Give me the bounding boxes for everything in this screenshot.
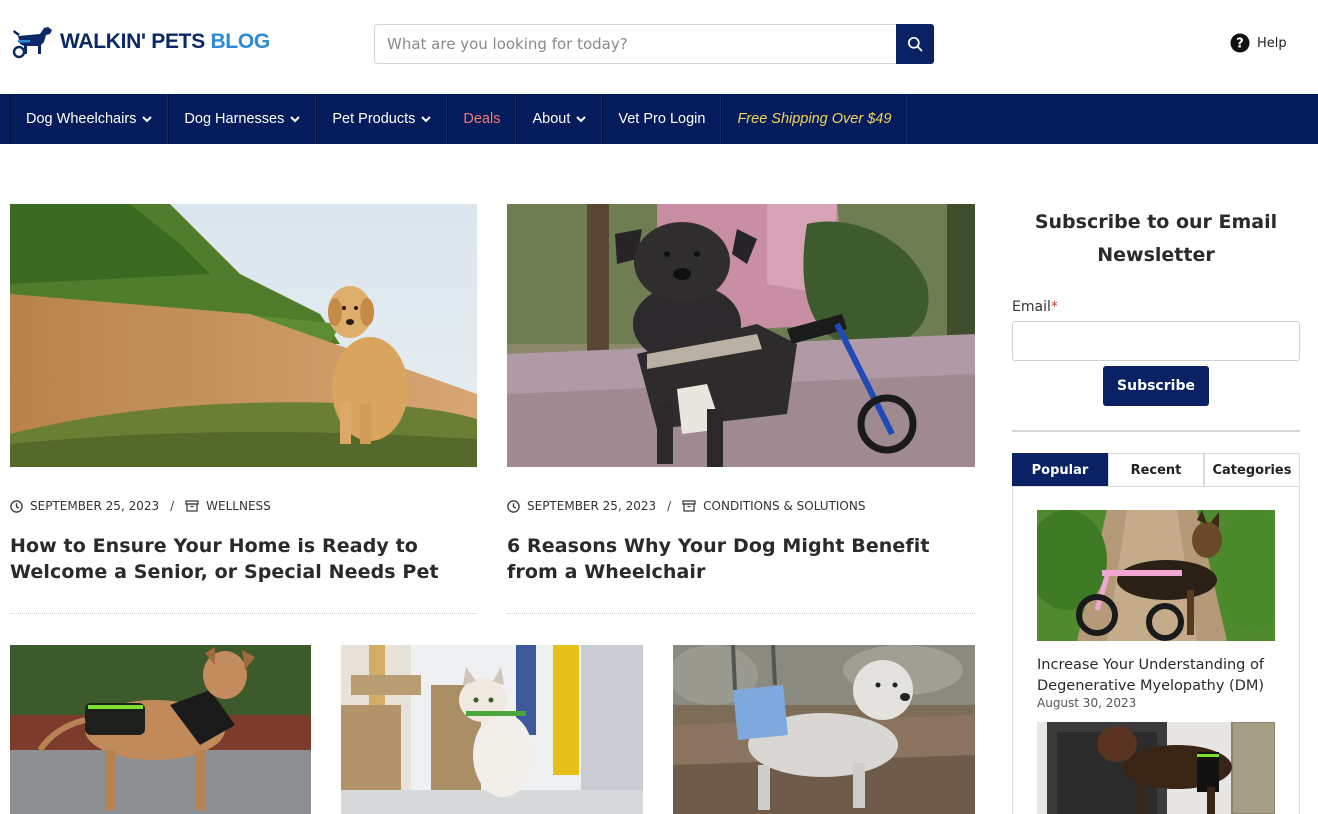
sidebar-divider <box>1012 430 1300 432</box>
post-thumbnail-golden-retriever[interactable] <box>10 204 477 467</box>
popular-post-thumbnail[interactable] <box>1037 510 1275 641</box>
clock-icon <box>10 499 23 513</box>
logo-text: WALKIN' PETS BLOG <box>60 30 270 54</box>
search-bar <box>374 24 934 64</box>
nav-label: Vet Pro Login <box>618 111 706 127</box>
nav-item-free-shipping[interactable]: Free Shipping Over $49 <box>721 94 908 144</box>
chevron-down-icon <box>421 115 432 123</box>
nav-label: Pet Products <box>332 111 416 127</box>
popular-post-thumbnail[interactable] <box>1037 722 1275 814</box>
site-header: WALKIN' PETS BLOG ? Help <box>0 0 1318 94</box>
post-category-link[interactable]: CONDITIONS & SOLUTIONS <box>703 499 865 513</box>
newsletter-title: Subscribe to our Email Newsletter <box>1034 211 1278 266</box>
meta-separator: / <box>170 499 175 513</box>
post-divider <box>10 613 477 614</box>
small-dog-in-lift-harness-photo <box>673 645 975 814</box>
post-thumbnail-dog-harness[interactable] <box>10 645 311 814</box>
post-meta: SEPTEMBER 25, 2023 / WELLNESS <box>10 499 271 513</box>
dog-wheelchair-logo-icon <box>12 27 52 59</box>
nav-item-about[interactable]: About <box>516 94 603 144</box>
logo-text-blog: BLOG <box>210 30 270 53</box>
meta-separator: / <box>667 499 672 513</box>
nav-label: Dog Harnesses <box>184 111 285 127</box>
german-shepherd-wheelchair-photo <box>1037 510 1275 641</box>
site-logo[interactable]: WALKIN' PETS BLOG <box>10 22 270 62</box>
email-field[interactable] <box>1012 321 1300 361</box>
subscribe-button[interactable]: Subscribe <box>1103 366 1209 406</box>
question-circle-icon: ? <box>1230 33 1250 53</box>
cat-with-toy-photo <box>341 645 643 814</box>
email-label-text: Email <box>1012 299 1051 315</box>
archive-icon <box>185 500 199 512</box>
sidebar-tabs: Popular Recent Categories <box>1012 453 1300 487</box>
post-category-link[interactable]: WELLNESS <box>206 499 271 513</box>
dog-in-wheelchair-photo <box>507 204 975 467</box>
post-thumbnail-small-dog[interactable] <box>673 645 975 814</box>
popular-post-date: August 30, 2023 <box>1037 696 1137 710</box>
logo-text-walkin-pets: WALKIN' PETS <box>60 30 211 53</box>
dog-with-harness-photo <box>10 645 311 814</box>
nav-label: About <box>532 111 571 127</box>
post-divider <box>507 613 975 614</box>
post-date: SEPTEMBER 25, 2023 <box>527 499 657 513</box>
nav-item-dog-wheelchairs[interactable]: Dog Wheelchairs <box>10 94 169 144</box>
nav-item-pet-products[interactable]: Pet Products <box>316 94 448 144</box>
post-thumbnail-dog-wheelchair[interactable] <box>507 204 975 467</box>
post-meta: SEPTEMBER 25, 2023 / CONDITIONS & SOLUTI… <box>507 499 865 513</box>
post-thumbnail-cat[interactable] <box>341 645 643 814</box>
chevron-down-icon <box>576 115 587 123</box>
clock-icon <box>507 499 520 513</box>
required-marker: * <box>1050 299 1058 315</box>
nav-label: Deals <box>463 111 501 127</box>
tab-popular[interactable]: Popular <box>1012 453 1108 487</box>
nav-item-vet-pro-login[interactable]: Vet Pro Login <box>602 94 722 144</box>
main-navigation: Dog Wheelchairs Dog Harnesses Pet Produc… <box>0 94 1318 144</box>
nav-item-dog-harnesses[interactable]: Dog Harnesses <box>168 94 317 144</box>
nav-label: Free Shipping Over $49 <box>737 111 892 127</box>
nav-item-deals[interactable]: Deals <box>447 94 517 144</box>
search-button[interactable] <box>896 24 934 64</box>
tab-recent[interactable]: Recent <box>1108 453 1204 487</box>
help-label: Help <box>1257 35 1287 51</box>
post-title-link[interactable]: How to Ensure Your Home is Ready to Welc… <box>10 533 480 585</box>
archive-icon <box>682 500 696 512</box>
tab-categories[interactable]: Categories <box>1204 453 1300 487</box>
golden-retriever-photo <box>10 204 477 467</box>
post-date: SEPTEMBER 25, 2023 <box>30 499 160 513</box>
nav-label: Dog Wheelchairs <box>26 111 137 127</box>
post-title-link[interactable]: 6 Reasons Why Your Dog Might Benefit fro… <box>507 533 977 585</box>
rottweiler-knee-brace-photo <box>1037 722 1275 814</box>
help-link[interactable]: ? Help <box>1230 33 1287 53</box>
email-label: Email* <box>1012 299 1058 315</box>
search-icon <box>907 36 923 52</box>
svg-text:?: ? <box>1236 37 1244 52</box>
chevron-down-icon <box>142 115 153 123</box>
popular-post-title-link[interactable]: Increase Your Understanding of Degenerat… <box>1037 655 1287 697</box>
chevron-down-icon <box>290 115 301 123</box>
search-input[interactable] <box>374 24 896 64</box>
